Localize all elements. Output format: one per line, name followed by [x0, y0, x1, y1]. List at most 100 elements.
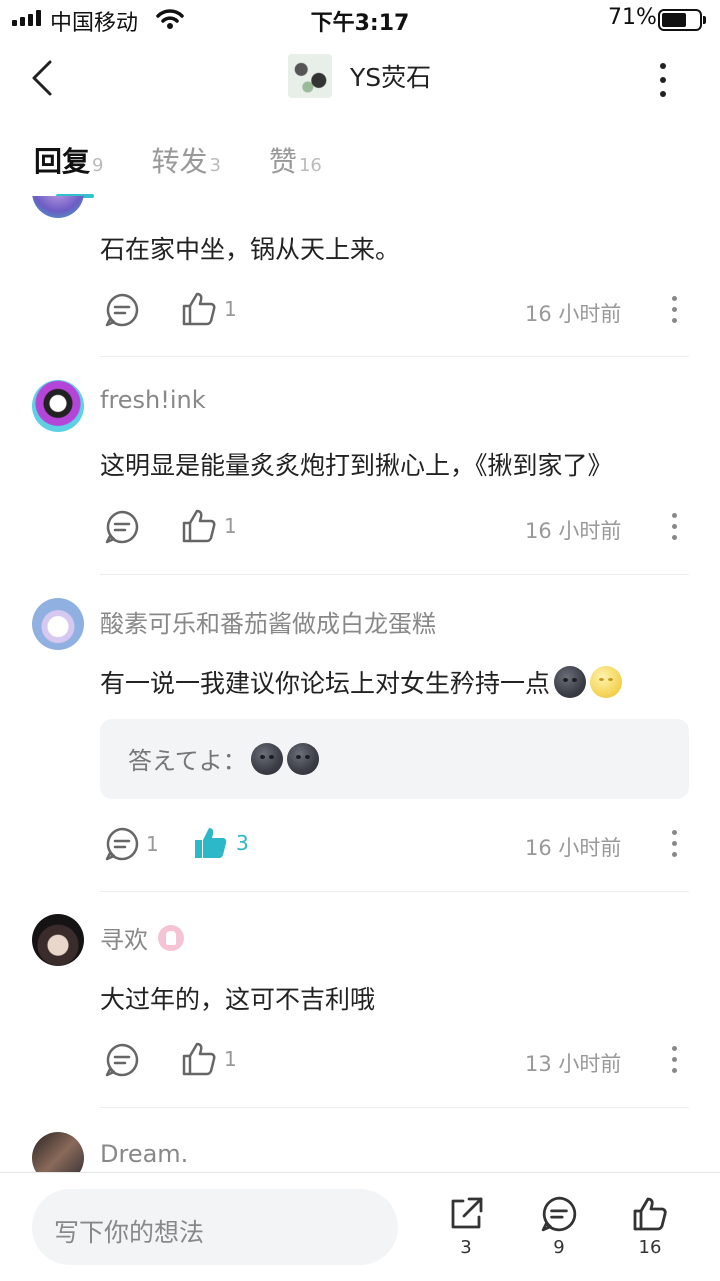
comment-icon [105, 293, 139, 327]
like-count: 1 [224, 297, 237, 321]
more-button[interactable] [648, 58, 678, 102]
header-user[interactable]: YS荧石 [288, 54, 431, 98]
comment-more-button[interactable] [666, 509, 682, 543]
comment-actions: 1 16 小时前 [100, 503, 688, 553]
like-button[interactable]: 1 [180, 507, 237, 545]
username[interactable]: 寻欢 [100, 920, 184, 955]
bottom-bar: 写下你的想法 3 9 16 [0, 1172, 720, 1281]
tab-count: 9 [92, 155, 104, 176]
comment-text: 这明显是能量炙炙炮打到揪心上，《揪到家了》 [100, 451, 613, 480]
comment-icon [541, 1196, 577, 1232]
username-text: fresh!ink [100, 386, 206, 414]
more-icon [671, 295, 677, 301]
like-count: 3 [236, 831, 249, 855]
thumbs-up-icon [633, 1197, 667, 1231]
more-icon [671, 512, 677, 518]
nested-reply-text: 答えてよ： [128, 747, 247, 775]
comment-actions: 1 13 小时前 [100, 1036, 688, 1086]
timestamp: 16 小时前 [525, 836, 622, 860]
reply-button[interactable] [104, 292, 140, 328]
avatar[interactable] [288, 54, 332, 98]
comments-button[interactable]: 9 [529, 1195, 589, 1258]
thumbs-up-filled-icon [195, 828, 227, 858]
tab-label: 赞 [268, 145, 297, 178]
comment-actions: 1 16 小时前 [100, 286, 688, 336]
like-button[interactable]: 1 [180, 290, 237, 328]
battery-percent: 71% [608, 5, 657, 30]
divider [100, 1107, 689, 1108]
nested-reply[interactable]: 答えてよ： [100, 719, 689, 799]
nested-reply-content: 答えてよ： [128, 741, 319, 776]
tab-label: 回复 [34, 145, 91, 178]
tab-likes[interactable]: 赞 16 [269, 140, 322, 180]
tab-label: 转发 [151, 145, 208, 178]
tab-replies[interactable]: 回复 9 [34, 140, 104, 198]
avatar[interactable] [32, 598, 84, 650]
thumbs-up-icon [182, 1042, 216, 1076]
timestamp: 16 小时前 [525, 519, 622, 543]
username[interactable]: Dream. [100, 1140, 188, 1168]
more-icon [671, 829, 677, 835]
reply-button[interactable] [104, 509, 140, 545]
divider [100, 891, 689, 892]
avatar[interactable] [32, 914, 84, 966]
tab-count: 16 [298, 155, 322, 176]
battery-icon [658, 9, 706, 31]
user-badge-icon [158, 924, 184, 951]
like-button[interactable]: 1 [180, 1040, 237, 1078]
username[interactable]: 酸素可乐和番茄酱做成白龙蛋糕 [100, 604, 436, 639]
avatar[interactable] [32, 196, 84, 218]
page-title: YS荧石 [350, 63, 432, 92]
like-post-button[interactable]: 16 [620, 1195, 680, 1258]
avatar[interactable] [32, 1132, 84, 1172]
username[interactable]: fresh!ink [100, 386, 206, 414]
more-icon [671, 1045, 677, 1051]
timestamp: 16 小时前 [525, 302, 622, 326]
divider [100, 356, 689, 357]
dark-moon-emoji-icon [250, 742, 283, 775]
comment-input[interactable]: 写下你的想法 [32, 1189, 398, 1265]
thumbs-up-icon [182, 292, 216, 326]
comment-list[interactable]: 石在家中坐，锅从天上来。 1 16 小时前 fresh!ink 这明显是能量炙炙… [0, 196, 720, 1172]
reply-button[interactable] [104, 1042, 140, 1078]
share-button[interactable]: 3 [436, 1195, 496, 1258]
back-icon [32, 60, 52, 96]
more-icon [660, 63, 666, 69]
comment-icon [105, 1043, 139, 1077]
comment-more-button[interactable] [666, 292, 682, 326]
divider [100, 574, 689, 575]
likes-count: 16 [638, 1237, 662, 1258]
dark-moon-emoji-icon [286, 742, 319, 775]
reply-button[interactable]: 1 [104, 826, 159, 862]
comment-text: 石在家中坐，锅从天上来。 [100, 235, 401, 264]
avatar[interactable] [32, 380, 84, 432]
username-text: Dream. [100, 1140, 189, 1168]
tab-bar: 回复 9 转发 3 赞 16 [34, 140, 370, 200]
like-button[interactable]: 3 [192, 824, 249, 862]
status-bar: 中国移动 下午3:17 71% [0, 0, 720, 40]
tab-count: 3 [209, 155, 221, 176]
comment-more-button[interactable] [666, 826, 682, 860]
comment-icon [105, 827, 139, 861]
username-text: 酸素可乐和番茄酱做成白龙蛋糕 [100, 610, 436, 638]
username-text: 寻欢 [100, 926, 148, 954]
thumbs-up-icon [182, 509, 216, 543]
comment-more-button[interactable] [666, 1042, 682, 1076]
like-count: 1 [224, 1047, 237, 1071]
comment-actions: 1 3 16 小时前 [100, 820, 688, 870]
tab-reposts[interactable]: 转发 3 [151, 140, 220, 180]
app-header: YS荧石 [0, 40, 720, 124]
moon-face-emoji-icon [590, 666, 623, 698]
comment-text: 有一说一我建议你论坛上对女生矜持一点 [100, 664, 623, 700]
like-count: 1 [224, 514, 237, 538]
comment-text: 大过年的，这可不吉利哦 [100, 985, 376, 1014]
comments-count: 9 [553, 1237, 565, 1258]
reply-count: 1 [146, 832, 159, 856]
share-icon [451, 1197, 483, 1229]
share-count: 3 [460, 1237, 472, 1258]
comment-text-body: 有一说一我建议你论坛上对女生矜持一点 [100, 669, 551, 698]
timestamp: 13 小时前 [525, 1052, 622, 1076]
dark-moon-emoji-icon [554, 666, 587, 698]
back-button[interactable] [22, 56, 62, 100]
comment-icon [105, 510, 139, 544]
